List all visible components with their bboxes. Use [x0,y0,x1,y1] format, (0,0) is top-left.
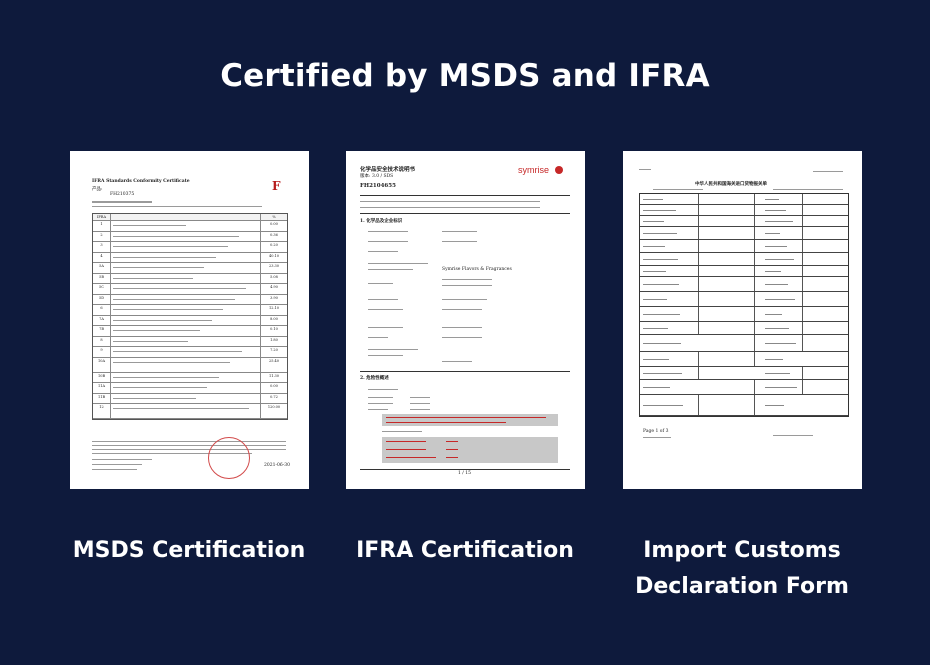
company-seal [208,437,250,479]
customs-form-thumbnail: 中华人民共和国海关进口货物报关单 Page 1 of 3 [623,151,862,489]
doc1-table: IFRA % 1 0.00 2 0.36 3 0.20 4 40.10 5A 23.30 5B 5.0… [92,213,288,420]
customs-form-row [640,216,848,227]
doc1-table-header: IFRA % [93,214,287,221]
doc2-company: Symrise Flavors & Fragrances [442,267,512,272]
customs-form-row [640,352,848,367]
doc1-table-row: 9 7.20 [93,347,287,358]
doc1-table-row: 10A 25.40 [93,357,287,373]
doc1-table-row: 4 40.10 [93,252,287,263]
customs-form-row [640,253,848,266]
doc1-label: 产品: [92,187,103,192]
symrise-logo-icon [555,166,563,174]
doc1-table-row: 8 1.80 [93,336,287,347]
customs-form-row [640,205,848,216]
doc1-table-row: 10B 11.30 [93,372,287,383]
doc1-table-row: 3 0.20 [93,242,287,253]
doc2-hazard-box [382,414,558,426]
symrise-logo: symrise [518,165,549,175]
doc1-table-row: 5D 3.90 [93,294,287,305]
customs-form-row [640,277,848,292]
doc2-product-code: FH2104655 [360,183,396,189]
doc1-table-row: 1 0.00 [93,221,287,232]
doc2-section1: 1. 化学品及企业标识 [360,219,403,224]
doc2-page: 1 / 15 [458,471,471,476]
customs-form-row [640,322,848,335]
doc1-table-row: 6 12.10 [93,305,287,316]
customs-form-row [640,367,848,380]
doc1-rows: 1 0.00 2 0.36 3 0.20 4 40.10 5A 23.30 5B 5.08 5C 4.90… [93,221,287,419]
caption-customs: Import Customs Declaration Form [635,538,849,599]
doc2-title: 化学品安全技术说明书 [360,167,416,173]
doc2-section2: 2. 危险性概述 [360,376,389,381]
customs-form-row [640,266,848,277]
doc1-logo-icon: F [272,179,281,193]
customs-form-row [640,292,848,307]
caption-ifra: IFRA Certification [356,538,574,563]
page-headline: Certified by MSDS and IFRA [220,58,710,94]
doc1-line [92,206,262,207]
doc1-title: IFRA Standards Conformity Certificate [92,179,190,184]
doc1-table-row: 7B 0.10 [93,326,287,337]
ifra-document-thumbnail: 化学品安全技术说明书 symrise 版本: 3.0 / SDS FH21046… [346,151,585,489]
doc1-table-row: 2 0.36 [93,231,287,242]
doc3-page-no: Page 1 of 3 [643,429,669,434]
customs-form-row [640,307,848,322]
doc1-table-row: 5A 23.30 [93,263,287,274]
doc1-table-row: 11B 0.72 [93,393,287,404]
customs-form-row [640,335,848,352]
doc1-table-row: 12 120.00 [93,404,287,419]
doc1-table-row: 7A 8.00 [93,315,287,326]
caption-msds: MSDS Certification [72,538,306,563]
doc3-title: 中华人民共和国海关进口货物报关单 [695,182,767,187]
doc1-ref: FH210375 [110,192,135,197]
customs-form-grid [639,193,849,417]
doc1-footer-date: 2021-06-30 [264,463,290,468]
doc1-table-row: 11A 0.00 [93,383,287,394]
customs-form-row [640,194,848,205]
doc1-line [92,201,152,203]
doc1-table-row: 5C 4.90 [93,284,287,295]
customs-form-row [640,380,848,395]
customs-form-row [640,240,848,253]
customs-form-row [640,227,848,240]
doc1-table-row: 5B 5.08 [93,273,287,284]
msds-document-thumbnail: IFRA Standards Conformity Certificate 产品… [70,151,309,489]
customs-form-row [640,395,848,416]
